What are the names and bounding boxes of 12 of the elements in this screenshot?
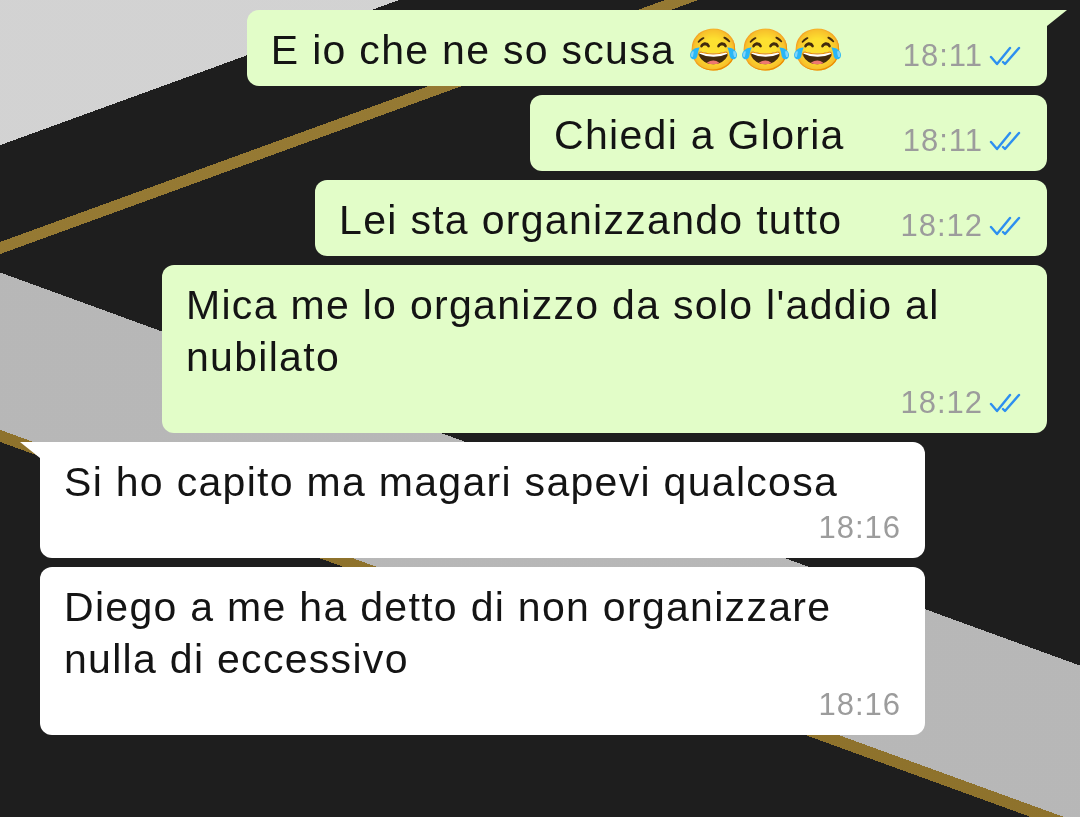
message-text: E io che ne so scusa 😂😂😂 (270, 26, 845, 75)
message-text: Chiedi a Gloria (554, 111, 845, 160)
message-text: Si ho capito ma magari sapevi qualcosa (64, 458, 839, 507)
message-time: 18:16 (818, 509, 901, 547)
message-text: Lei sta organizzando tutto (339, 196, 843, 245)
message-text: Mica me lo organizzo da solo l'addio al nubilato (186, 281, 941, 382)
message-time: 18:12 (900, 384, 983, 422)
message-time: 18:11 (902, 122, 983, 160)
message-time: 18:16 (818, 686, 901, 724)
message-text: Diego a me ha detto di non organizzare nulla di eccessivo (64, 583, 833, 684)
message-time: 18:11 (902, 37, 983, 75)
message-time: 18:12 (900, 207, 983, 245)
